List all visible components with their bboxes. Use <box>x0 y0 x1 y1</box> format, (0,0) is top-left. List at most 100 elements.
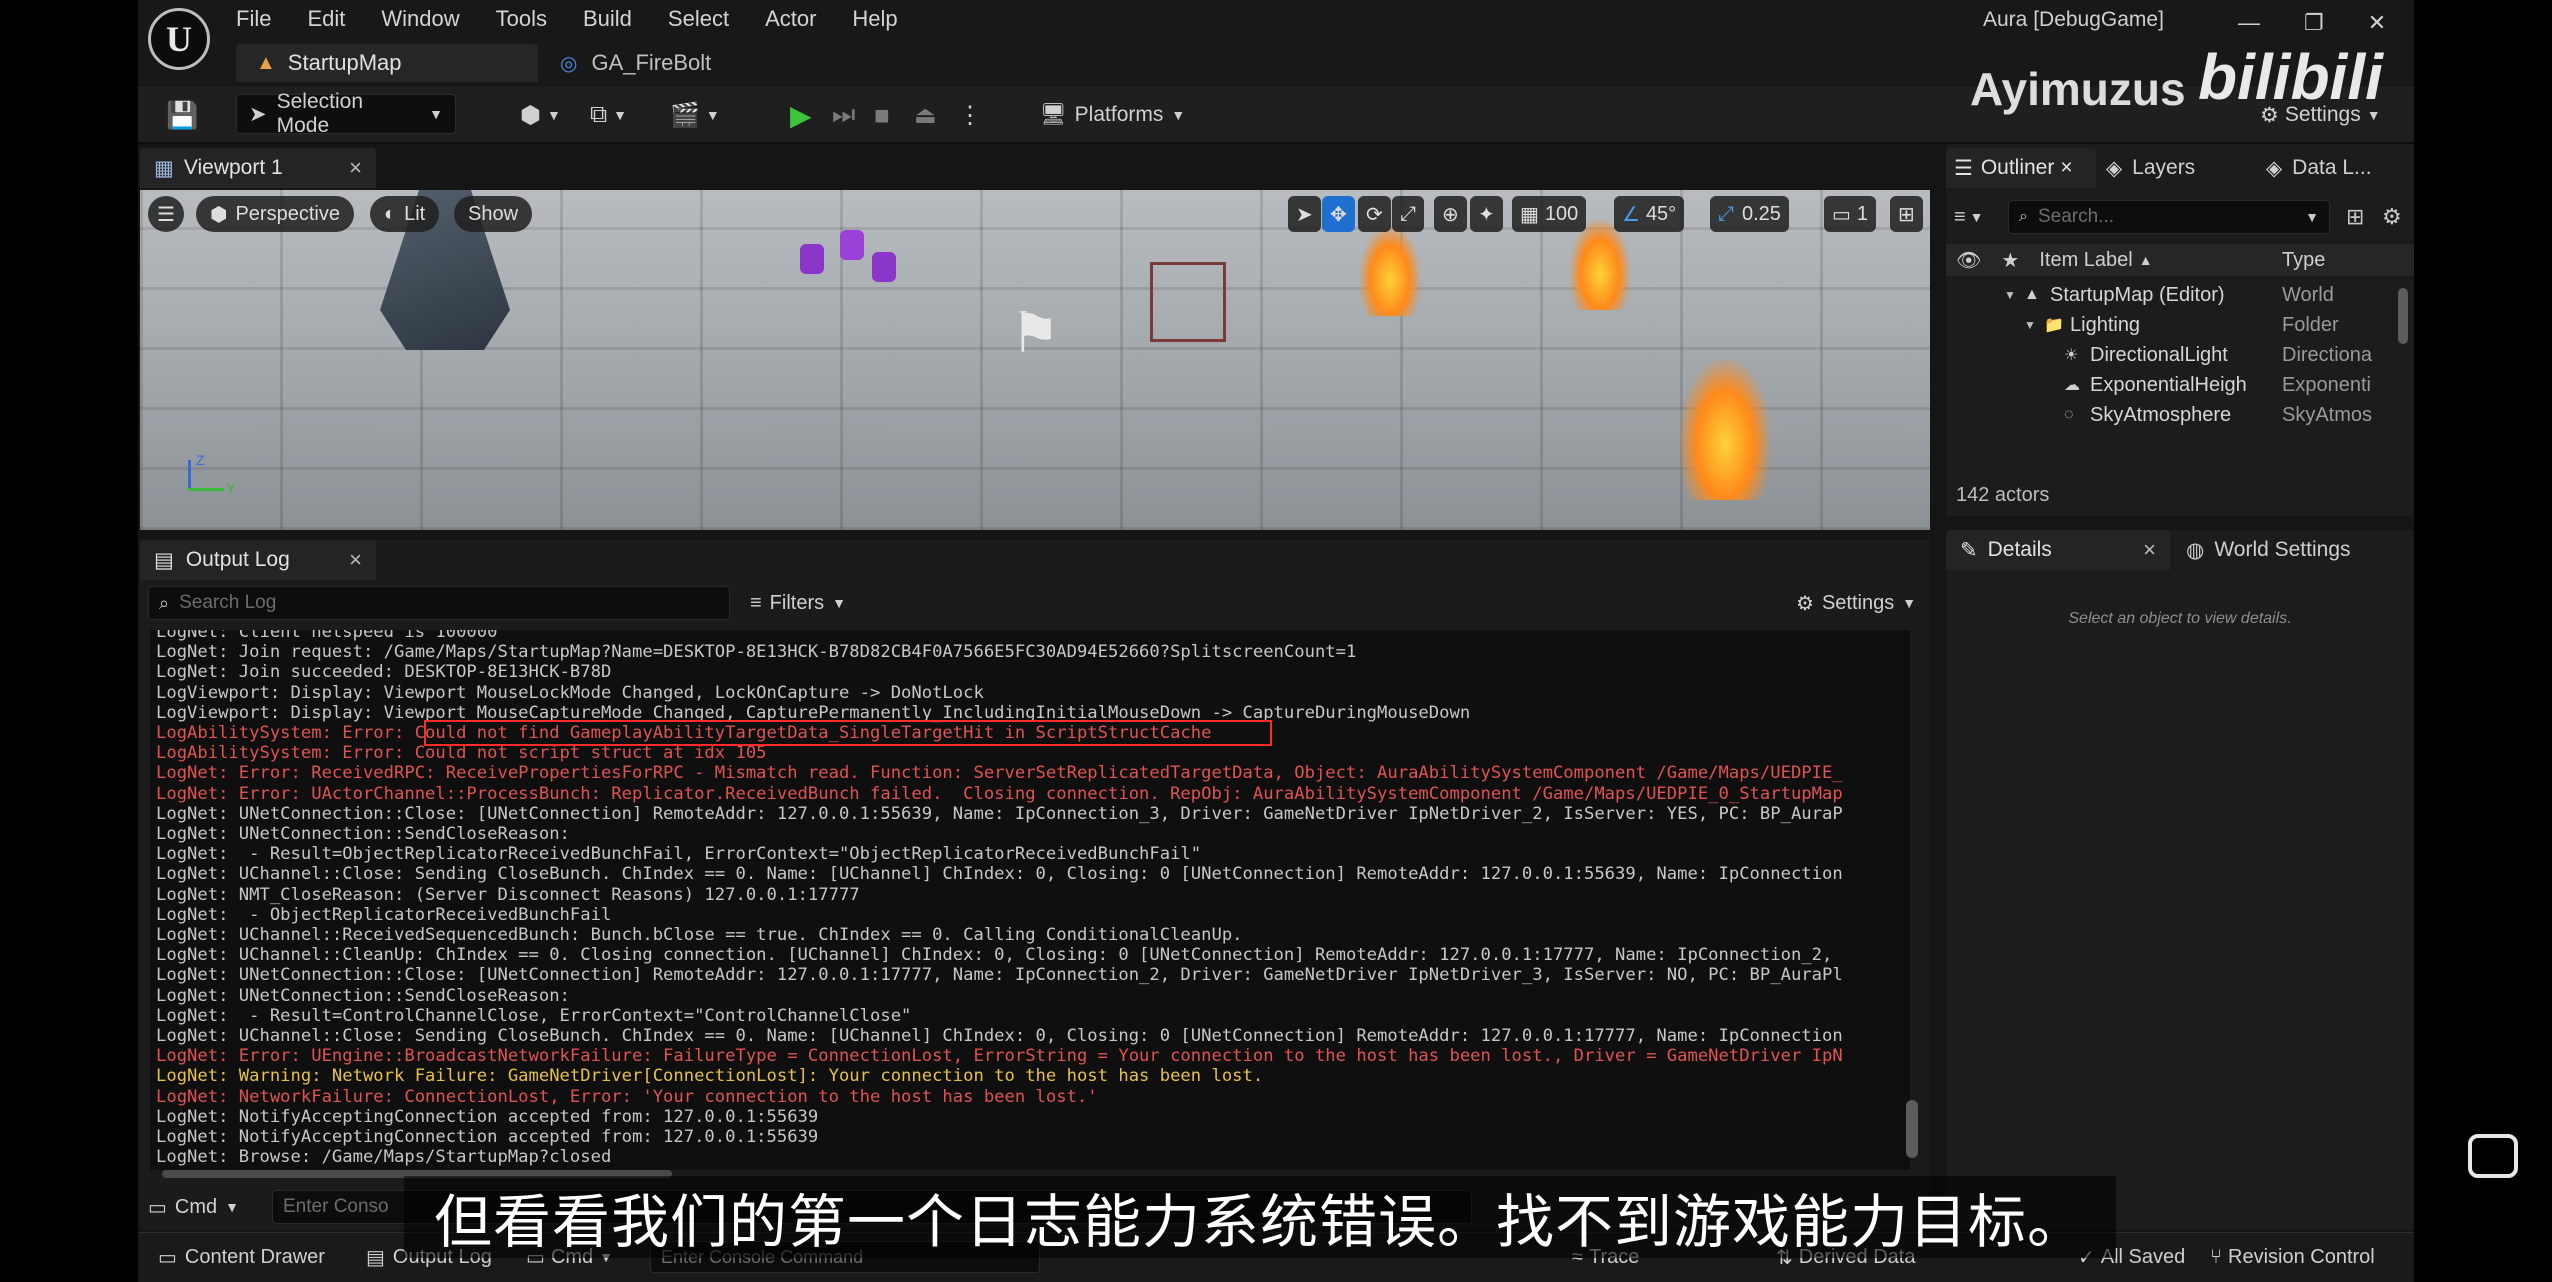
data-layers-icon: ◈ <box>2266 156 2283 180</box>
lit-button[interactable]: ◐ Lit <box>370 196 440 232</box>
bilibili-logo: bilibili <box>2198 41 2383 113</box>
filters-dropdown[interactable]: ≡ Filters ▼ <box>750 586 846 620</box>
expand-arrow-icon[interactable]: ▼ <box>2024 318 2036 332</box>
log-line: LogNet: NotifyAcceptingConnection accept… <box>156 1106 819 1127</box>
outliner-row[interactable]: ▼ 📁 Lighting Folder <box>1946 310 2414 340</box>
visibility-icon[interactable]: 👁 <box>1956 248 1981 273</box>
menu-help[interactable]: Help <box>852 6 897 32</box>
console-icon: ▭ <box>148 1196 167 1219</box>
play-options-button[interactable]: ⋮ <box>946 95 994 135</box>
log-line: LogNet: - ObjectReplicatorReceivedBunchF… <box>156 904 612 925</box>
show-button[interactable]: Show <box>454 196 533 232</box>
log-text-area[interactable]: LogNet: Client netspeed is 100000 LogNet:… <box>150 630 1910 1170</box>
close-icon[interactable]: × <box>2143 537 2156 563</box>
content-drawer-label: Content Drawer <box>184 1245 325 1268</box>
content-drawer-button[interactable]: ▭ Content Drawer <box>146 1237 337 1277</box>
unreal-logo-icon[interactable]: U <box>148 8 210 70</box>
bilibili-tv-icon[interactable] <box>2468 1134 2518 1178</box>
outliner-row[interactable]: ☀ DirectionalLight Directiona <box>1946 340 2414 370</box>
scale-snap-button[interactable]: ⤢ 0.25 <box>1710 196 1789 232</box>
log-line: LogNet: Join succeeded: DESKTOP-8E13HCK-… <box>156 662 612 683</box>
cinematics-button[interactable]: 🎬 ▼ <box>658 95 732 135</box>
log-settings-label: Settings <box>1821 591 1895 614</box>
select-tool-icon[interactable]: ➤ <box>1288 196 1321 232</box>
rotate-tool-icon[interactable]: ⟳ <box>1358 196 1391 232</box>
pencil-icon: ✎ <box>1960 538 1978 562</box>
outliner-row[interactable]: ☁ ExponentialHeigh Exponenti <box>1946 370 2414 400</box>
menu-build[interactable]: Build <box>583 6 632 32</box>
console-placeholder: Enter Conso <box>283 1196 389 1217</box>
surface-snap-icon[interactable]: ✦ <box>1470 196 1503 232</box>
tab-viewport-1[interactable]: ▦ Viewport 1 × <box>140 148 376 188</box>
world-space-icon[interactable]: ⊕ <box>1434 196 1467 232</box>
cmd-label: Cmd <box>174 1195 218 1218</box>
log-settings-dropdown[interactable]: ⚙ Settings ▼ <box>1796 586 1916 620</box>
camera-speed-button[interactable]: ▭ 1 <box>1824 196 1877 232</box>
scale-tool-icon[interactable]: ⤢ <box>1392 196 1424 232</box>
selection-mode-dropdown[interactable]: ➤ Selection Mode ▼ <box>236 90 456 137</box>
cmd-dropdown[interactable]: ▭ Cmd ▼ <box>148 1190 239 1224</box>
stop-button[interactable]: ■ <box>862 95 902 135</box>
tab-details[interactable]: ✎ Details × <box>1946 530 2170 570</box>
close-icon[interactable]: × <box>2060 156 2072 180</box>
outliner-row[interactable]: ◌ SkyAtmosphere SkyAtmos <box>1946 400 2414 428</box>
item-label-header[interactable]: Item Label <box>2039 249 2132 272</box>
log-search-input[interactable]: ⌕ Search Log <box>148 586 730 620</box>
outliner-row[interactable]: ▼ ▲ StartupMap (Editor) World <box>1946 280 2414 310</box>
selection-mode-label: Selection Mode <box>276 90 363 137</box>
tab-layers[interactable]: ◈ Layers <box>2106 148 2195 188</box>
save-icon[interactable]: 💾 <box>154 95 210 135</box>
tab-output-log[interactable]: ▤ Output Log × <box>140 540 376 580</box>
tab-outliner[interactable]: ☰ Outliner × <box>1946 148 2096 188</box>
tab-startupmap[interactable]: ▲ StartupMap <box>236 44 538 82</box>
menu-window[interactable]: Window <box>381 6 459 32</box>
menu-edit[interactable]: Edit <box>307 6 345 32</box>
tab-label: GA_FireBolt <box>591 50 712 75</box>
chevron-down-icon: ▼ <box>225 1199 239 1215</box>
blueprint-icon: ◎ <box>560 52 578 75</box>
menu-select[interactable]: Select <box>668 6 729 32</box>
tab-world-settings[interactable]: ◍ World Settings <box>2186 530 2351 570</box>
close-button[interactable]: ✕ <box>2368 10 2386 36</box>
revision-control-button[interactable]: ⑂ Revision Control <box>2198 1237 2387 1277</box>
menu-tools[interactable]: Tools <box>496 6 547 32</box>
outliner-filter-button[interactable]: ≡ ▼ <box>1954 200 1984 234</box>
type-header[interactable]: Type <box>2282 249 2325 272</box>
show-label: Show <box>468 202 519 225</box>
play-button[interactable]: ▶ <box>778 95 824 135</box>
add-folder-icon[interactable]: ⊞ <box>2346 204 2364 230</box>
gear-icon[interactable]: ⚙ <box>2382 204 2402 230</box>
translate-tool-icon[interactable]: ✥ <box>1322 196 1355 232</box>
actor-type-icon: 📁 <box>2044 317 2064 334</box>
pin-icon[interactable]: ★ <box>2001 248 2019 273</box>
fire-effect <box>1680 360 1770 500</box>
tab-ga-firebolt[interactable]: ◎ GA_FireBolt <box>540 44 790 82</box>
log-line: LogNet: - Result=ControlChannelClose, Er… <box>156 1005 912 1026</box>
outliner-search-input[interactable]: ⌕ Search... ▼ <box>2008 200 2330 234</box>
minimize-button[interactable]: — <box>2238 10 2260 36</box>
platforms-button[interactable]: 🖥 Platforms ▼ <box>1028 95 1197 135</box>
log-line: LogNet: Join request: /Game/Maps/Startup… <box>156 642 1357 663</box>
outliner-scrollbar[interactable] <box>2398 288 2408 344</box>
menu-actor[interactable]: Actor <box>765 6 816 32</box>
grid-value: 100 <box>1544 202 1579 225</box>
perspective-button[interactable]: ⬢ Perspective <box>196 196 354 232</box>
level-viewport[interactable]: ⚑ ☰ ⬢ Perspective ◐ Lit Show ➤ ✥ ⟳ ⤢ ⊕ ✦… <box>140 190 1930 530</box>
expand-arrow-icon[interactable]: ▼ <box>2004 288 2016 302</box>
output-log-tab-label: Output Log <box>185 548 290 571</box>
grid-snap-button[interactable]: ▦ 100 <box>1512 196 1587 232</box>
close-icon[interactable]: × <box>349 547 362 573</box>
log-scrollbar[interactable] <box>1906 1100 1918 1158</box>
add-actor-button[interactable]: ⬢ ▼ <box>508 95 573 135</box>
eject-button[interactable]: ⏏ <box>902 95 949 135</box>
tab-data-layers[interactable]: ◈ Data L... <box>2266 148 2372 188</box>
angle-snap-button[interactable]: ∠ 45° <box>1614 196 1685 232</box>
restore-button[interactable]: ❐ <box>2304 10 2324 36</box>
menu-file[interactable]: File <box>236 6 271 32</box>
layout-icon[interactable]: ⊞ <box>1890 196 1923 232</box>
blueprint-button[interactable]: ⧉ ▼ <box>578 95 639 135</box>
close-icon[interactable]: × <box>349 155 362 181</box>
angle-icon: ∠ <box>1622 203 1640 226</box>
viewport-menu-button[interactable]: ☰ <box>148 196 184 232</box>
step-button[interactable]: ⏭ <box>820 95 867 135</box>
